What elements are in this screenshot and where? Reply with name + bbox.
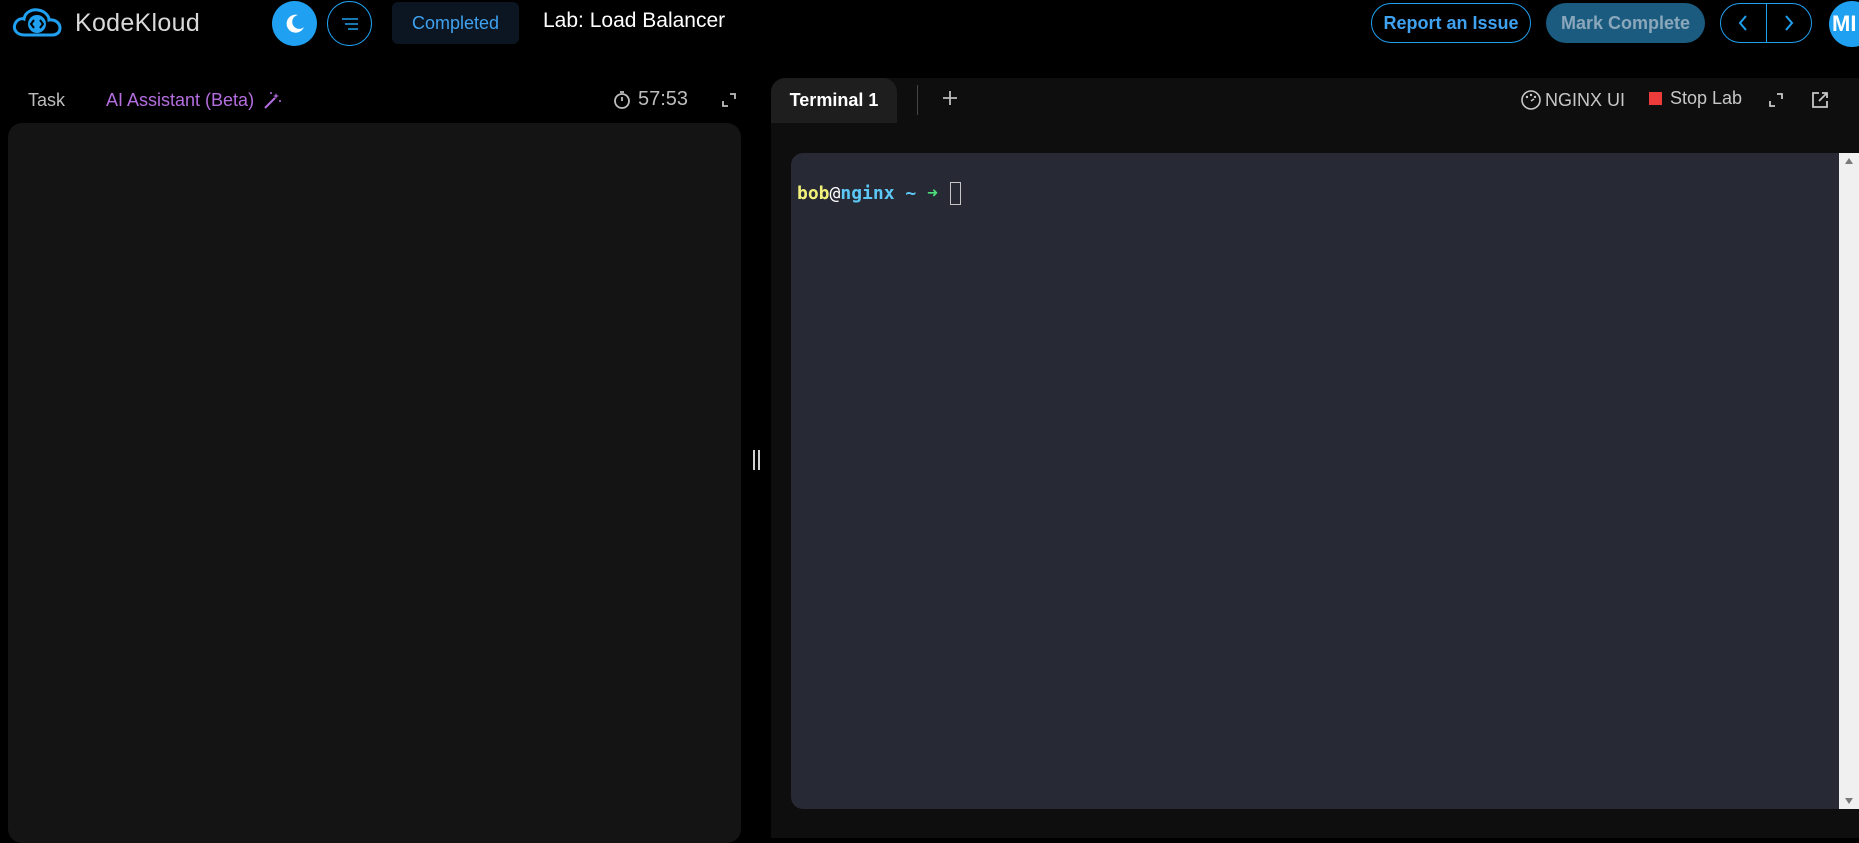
tab-terminal-1[interactable]: Terminal 1: [771, 78, 897, 123]
external-link-icon: [1812, 92, 1828, 108]
previous-button[interactable]: [1721, 4, 1766, 42]
moon-icon: [286, 14, 304, 33]
lab-timer: 57:53: [612, 88, 688, 111]
terminal-scrollbar[interactable]: [1839, 153, 1859, 809]
next-button[interactable]: [1765, 4, 1812, 42]
timer-value: 57:53: [638, 88, 689, 110]
top-bar: KodeKloud Completed Lab: Load Balancer R…: [0, 0, 1859, 47]
report-issue-button[interactable]: Report an Issue: [1371, 3, 1531, 43]
chevron-left-icon: [1738, 15, 1748, 31]
menu-lines-icon: [341, 17, 358, 30]
expand-icon: [1769, 93, 1783, 107]
scroll-up-arrow-icon[interactable]: [1844, 157, 1854, 165]
terminal-screen[interactable]: bob @ nginx ~ ➜: [791, 153, 1841, 809]
kodekloud-logo[interactable]: KodeKloud: [11, 7, 200, 39]
plus-icon: [943, 91, 957, 105]
left-panel-tabs: Task AI Assistant (Beta) 57:53: [0, 78, 750, 122]
prompt-arrow: ➜: [927, 183, 938, 204]
lab-navigation: [1720, 3, 1812, 43]
stop-icon: [1649, 92, 1662, 105]
stop-lab-label: Stop Lab: [1670, 88, 1743, 108]
theme-toggle-button[interactable]: [272, 1, 317, 46]
open-in-new-window-button[interactable]: [1810, 90, 1830, 115]
expand-icon: [722, 93, 736, 107]
user-avatar[interactable]: MI: [1829, 1, 1859, 47]
prompt-host: nginx: [840, 183, 895, 204]
left-panel-expand-button[interactable]: [721, 92, 737, 113]
scroll-down-arrow-icon[interactable]: [1844, 797, 1854, 805]
stop-lab-button[interactable]: Stop Lab: [1649, 88, 1742, 109]
lab-title: Lab: Load Balancer: [543, 9, 726, 32]
add-terminal-button[interactable]: [941, 89, 959, 112]
chevron-right-icon: [1784, 15, 1794, 31]
tab-divider: [917, 85, 918, 115]
resize-grip-line: [752, 450, 755, 470]
magic-wand-icon: [264, 91, 282, 109]
brand-name: KodeKloud: [75, 8, 201, 37]
prompt-at: @: [829, 183, 841, 204]
nginx-ui-label: NGINX UI: [1545, 89, 1626, 110]
terminal-expand-button[interactable]: [1768, 92, 1784, 113]
menu-button[interactable]: [327, 1, 372, 46]
lab-status-badge: Completed: [392, 2, 520, 44]
task-content-area: [8, 123, 741, 843]
tab-task[interactable]: Task: [28, 90, 65, 111]
prompt-user: bob: [797, 183, 830, 204]
resize-grip-line: [757, 450, 760, 470]
shell-prompt: bob @ nginx ~ ➜: [797, 182, 961, 205]
mark-complete-button[interactable]: Mark Complete: [1546, 3, 1705, 43]
tab-ai-assistant[interactable]: AI Assistant (Beta): [106, 90, 282, 111]
tab-ai-assistant-label: AI Assistant (Beta): [106, 90, 255, 110]
prompt-path: ~: [905, 183, 917, 204]
nginx-ui-button[interactable]: NGINX UI: [1519, 88, 1625, 112]
stopwatch-icon: [614, 90, 630, 109]
terminal-cursor: [949, 182, 961, 205]
panel-resize-handle[interactable]: [751, 450, 761, 470]
cloud-logo-icon: [12, 8, 62, 37]
dashboard-gauge-icon: [1521, 90, 1541, 110]
